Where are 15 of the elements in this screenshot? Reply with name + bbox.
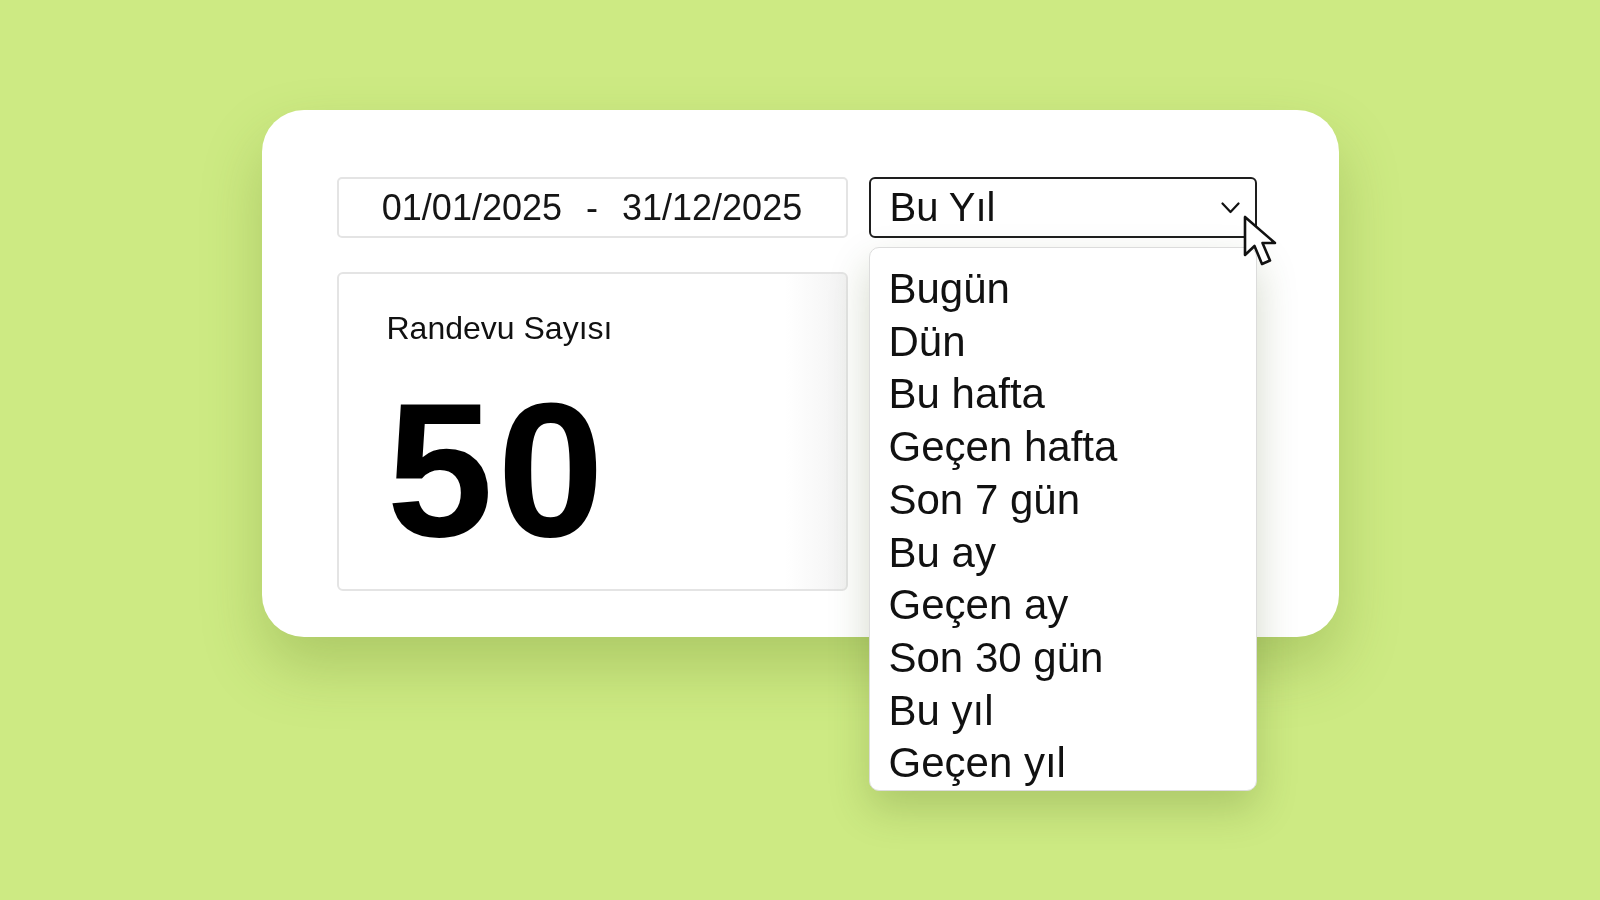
period-option[interactable]: Son 30 gün [869,631,1123,685]
stat-label: Randevu Sayısı [386,309,613,348]
period-option[interactable]: Bu yıl [869,684,1013,738]
period-option[interactable]: Bugün [869,263,1029,316]
period-option[interactable]: Dün [869,315,985,369]
stat-value: 50 [386,374,609,566]
date-range-field[interactable]: 01/01/2025 - 31/12/2025 [336,177,848,238]
period-option[interactable]: Geçen hafta [869,421,1137,474]
period-select[interactable]: Bu Yıl [868,177,1257,238]
period-option[interactable]: Bu hafta [869,368,1064,422]
period-option[interactable]: Geçen ay [869,579,1088,632]
period-option[interactable]: Geçen yıl [869,737,1085,791]
period-option[interactable]: Bu ay [869,526,1015,580]
period-option[interactable]: Son 7 gün [869,473,1099,527]
chevron-down-icon [1220,201,1240,214]
